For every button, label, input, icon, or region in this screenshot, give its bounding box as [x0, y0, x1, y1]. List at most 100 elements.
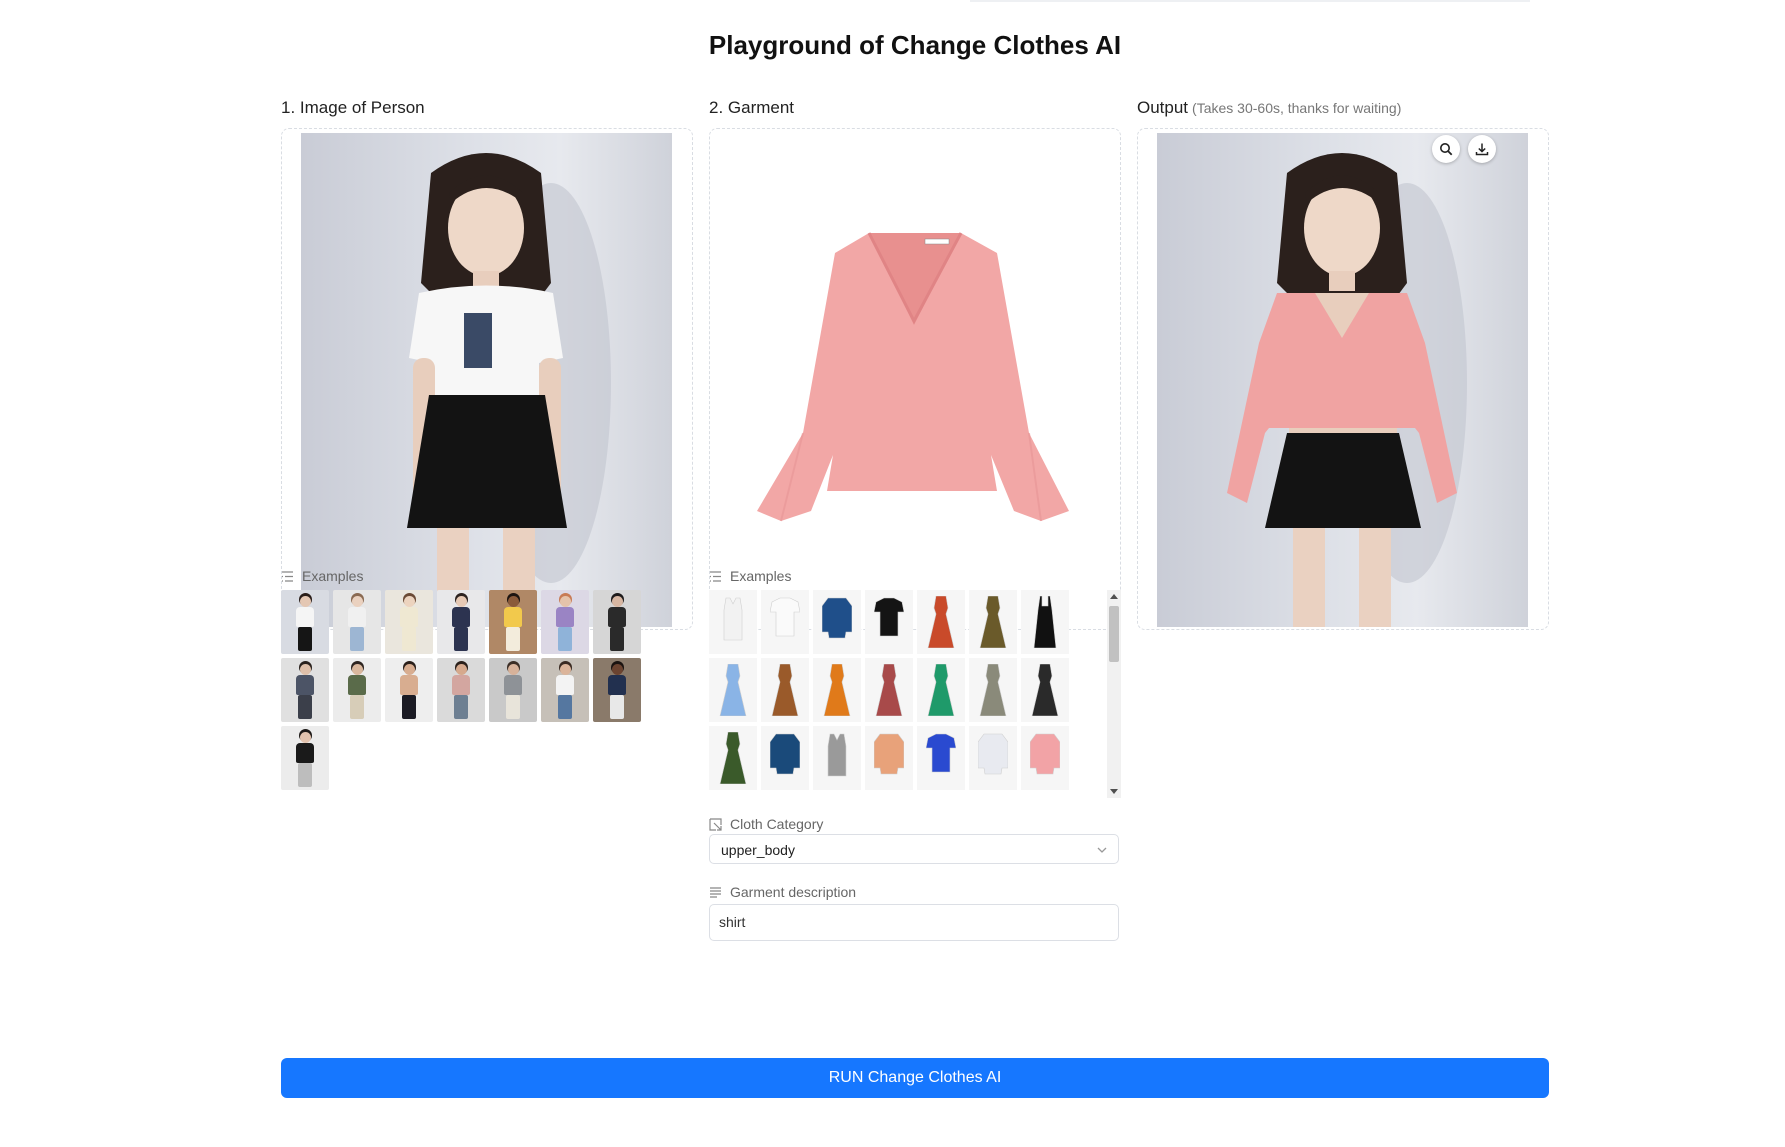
person-example-figure [558, 627, 572, 651]
person-example-thumb[interactable] [281, 590, 329, 654]
garment-examples-scrollbar[interactable] [1107, 590, 1121, 798]
person-example-thumb[interactable] [281, 726, 329, 790]
person-example-thumb[interactable] [385, 658, 433, 722]
person-examples-label: Examples [281, 568, 363, 584]
scroll-down-arrow-icon[interactable] [1110, 789, 1118, 794]
garment-example-thumb[interactable] [1021, 658, 1069, 722]
download-icon [1475, 143, 1489, 156]
garment-example-thumb[interactable] [865, 590, 913, 654]
person-example-figure [400, 607, 418, 627]
person-example-thumb[interactable] [541, 590, 589, 654]
garment-example-image [874, 597, 904, 637]
person-example-figure [298, 695, 312, 719]
garment-example-image [770, 733, 800, 775]
garment-example-image [1031, 664, 1059, 716]
garment-example-image [719, 664, 747, 716]
garment-example-image [979, 664, 1007, 716]
garment-example-thumb[interactable] [865, 658, 913, 722]
garment-example-thumb[interactable] [709, 658, 757, 722]
list-icon [282, 570, 293, 582]
person-example-thumb[interactable] [489, 658, 537, 722]
person-example-thumb[interactable] [385, 590, 433, 654]
garment-example-thumb[interactable] [813, 590, 861, 654]
garment-example-thumb[interactable] [761, 726, 809, 790]
person-example-figure [612, 664, 623, 675]
person-example-figure [352, 596, 363, 607]
garment-example-thumb[interactable] [761, 590, 809, 654]
person-example-figure [296, 675, 314, 695]
garment-example-image [978, 733, 1008, 775]
cloth-category-select[interactable]: upper_body [709, 834, 1119, 864]
person-example-figure [608, 675, 626, 695]
person-example-figure [300, 664, 311, 675]
person-example-figure [452, 607, 470, 627]
garment-example-image [875, 664, 903, 716]
person-example-thumb[interactable] [593, 590, 641, 654]
garment-example-thumb[interactable] [813, 726, 861, 790]
garment-example-thumb[interactable] [917, 590, 965, 654]
garment-example-image [827, 733, 847, 777]
person-image [301, 133, 672, 627]
person-example-figure [298, 627, 312, 651]
person-example-figure [350, 627, 364, 651]
zoom-button[interactable] [1432, 135, 1460, 163]
person-example-figure [400, 675, 418, 695]
garment-image-dropzone[interactable] [709, 128, 1121, 630]
person-example-thumb[interactable] [437, 590, 485, 654]
garment-example-image [823, 664, 851, 716]
person-example-thumb[interactable] [437, 658, 485, 722]
person-example-thumb[interactable] [541, 658, 589, 722]
person-example-thumb[interactable] [593, 658, 641, 722]
person-example-thumb[interactable] [333, 590, 381, 654]
garment-example-thumb[interactable] [917, 658, 965, 722]
garment-example-image [770, 597, 800, 637]
garment-description-text: Garment description [730, 884, 857, 900]
output-image [1157, 133, 1528, 627]
garment-example-image [771, 664, 799, 716]
person-example-figure [506, 695, 520, 719]
garment-example-image [1033, 596, 1057, 648]
person-panel: 1. Image of Person Examples [281, 96, 693, 790]
garment-example-thumb[interactable] [969, 658, 1017, 722]
garment-description-input[interactable]: shirt [709, 904, 1119, 941]
garment-example-image [822, 597, 852, 639]
person-example-figure [352, 664, 363, 675]
run-button[interactable]: RUN Change Clothes AI [281, 1058, 1549, 1098]
person-example-figure [454, 695, 468, 719]
scroll-up-arrow-icon[interactable] [1110, 594, 1118, 599]
output-title-row: Output (Takes 30-60s, thanks for waiting) [1137, 96, 1549, 120]
download-button[interactable] [1468, 135, 1496, 163]
garment-example-thumb[interactable] [709, 726, 757, 790]
person-example-figure [404, 664, 415, 675]
garment-example-thumb[interactable] [1021, 726, 1069, 790]
garment-example-thumb[interactable] [709, 590, 757, 654]
scrollbar-thumb[interactable] [1109, 606, 1119, 662]
output-title: Output [1137, 98, 1189, 117]
person-example-thumb[interactable] [333, 658, 381, 722]
list-icon [710, 570, 721, 582]
garment-example-thumb[interactable] [1021, 590, 1069, 654]
garment-example-image [719, 732, 747, 784]
person-example-figure [296, 607, 314, 627]
person-example-figure [300, 596, 311, 607]
person-example-figure [504, 607, 522, 627]
person-example-figure [610, 695, 624, 719]
person-example-thumb[interactable] [281, 658, 329, 722]
person-example-figure [454, 627, 468, 651]
person-example-figure [508, 664, 519, 675]
garment-example-image [979, 596, 1007, 648]
garment-example-image [927, 596, 955, 648]
person-example-thumb[interactable] [489, 590, 537, 654]
garment-example-thumb[interactable] [969, 726, 1017, 790]
garment-example-thumb[interactable] [813, 658, 861, 722]
garment-example-image [723, 597, 743, 641]
garment-example-thumb[interactable] [917, 726, 965, 790]
garment-example-thumb[interactable] [969, 590, 1017, 654]
person-example-figure [452, 675, 470, 695]
garment-example-thumb[interactable] [761, 658, 809, 722]
garment-description-value: shirt [719, 914, 746, 930]
person-image-dropzone[interactable] [281, 128, 693, 630]
person-example-figure [506, 627, 520, 651]
garment-example-thumb[interactable] [865, 726, 913, 790]
person-example-figure [608, 607, 626, 627]
